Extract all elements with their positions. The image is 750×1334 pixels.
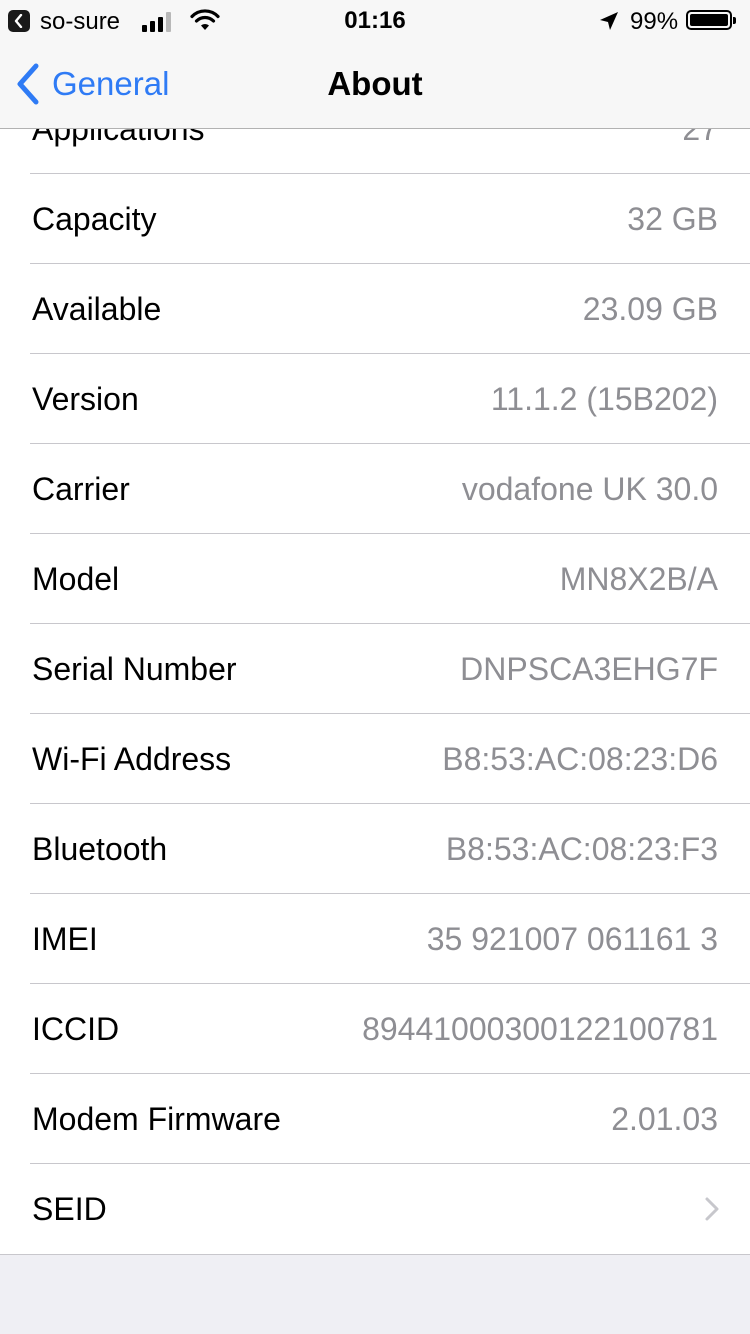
row-version: Version 11.1.2 (15B202) — [0, 354, 750, 444]
battery-percentage: 99% — [630, 8, 679, 35]
chevron-right-icon — [705, 1197, 719, 1221]
row-imei: IMEI 35 921007 061161 3 — [0, 894, 750, 984]
row-capacity: Capacity 32 GB — [0, 174, 750, 264]
row-value: DNPSCA3EHG7F — [460, 650, 718, 687]
location-arrow-icon — [600, 12, 618, 30]
row-label: Wi-Fi Address — [32, 740, 232, 777]
battery-icon — [686, 10, 736, 30]
row-value: B8:53:AC:08:23:F3 — [445, 830, 718, 867]
row-label: ICCID — [32, 1010, 120, 1047]
row-value: 23.09 GB — [582, 290, 718, 327]
row-label: SEID — [32, 1190, 107, 1227]
row-value: 35 921007 061161 3 — [426, 920, 718, 957]
row-label: Carrier — [32, 470, 130, 507]
row-serial-number: Serial Number DNPSCA3EHG7F — [0, 624, 750, 714]
row-value: 32 GB — [627, 200, 718, 237]
row-label: Available — [32, 290, 162, 327]
row-value: B8:53:AC:08:23:D6 — [442, 740, 718, 777]
row-model[interactable]: Model MN8X2B/A — [0, 534, 750, 624]
row-carrier[interactable]: Carrier vodafone UK 30.0 — [0, 444, 750, 534]
row-iccid: ICCID 89441000300122100781 — [0, 984, 750, 1074]
row-modem-firmware: Modem Firmware 2.01.03 — [0, 1074, 750, 1164]
row-label: Capacity — [32, 200, 157, 237]
about-list: Applications 27 Capacity 32 GB Available… — [0, 84, 750, 1255]
battery-nub — [733, 17, 736, 24]
row-bluetooth: Bluetooth B8:53:AC:08:23:F3 — [0, 804, 750, 894]
row-value: MN8X2B/A — [559, 560, 718, 597]
row-label: Version — [32, 380, 139, 417]
row-label: Bluetooth — [32, 830, 168, 867]
battery-level — [690, 14, 728, 26]
navigation-bar: General About — [0, 40, 750, 129]
row-value: 2.01.03 — [611, 1100, 718, 1137]
row-available: Available 23.09 GB — [0, 264, 750, 354]
row-value: 11.1.2 (15B202) — [490, 380, 718, 417]
row-seid[interactable]: SEID — [0, 1164, 750, 1254]
row-value: 89441000300122100781 — [362, 1010, 718, 1047]
row-label: Model — [32, 560, 120, 597]
row-label: Serial Number — [32, 650, 237, 687]
row-label: IMEI — [32, 920, 98, 957]
row-wifi-address: Wi-Fi Address B8:53:AC:08:23:D6 — [0, 714, 750, 804]
page-title: About — [327, 65, 423, 102]
status-bar: so-sure 01:16 99% — [0, 0, 750, 40]
row-label: Modem Firmware — [32, 1100, 281, 1137]
row-value: vodafone UK 30.0 — [461, 470, 718, 507]
